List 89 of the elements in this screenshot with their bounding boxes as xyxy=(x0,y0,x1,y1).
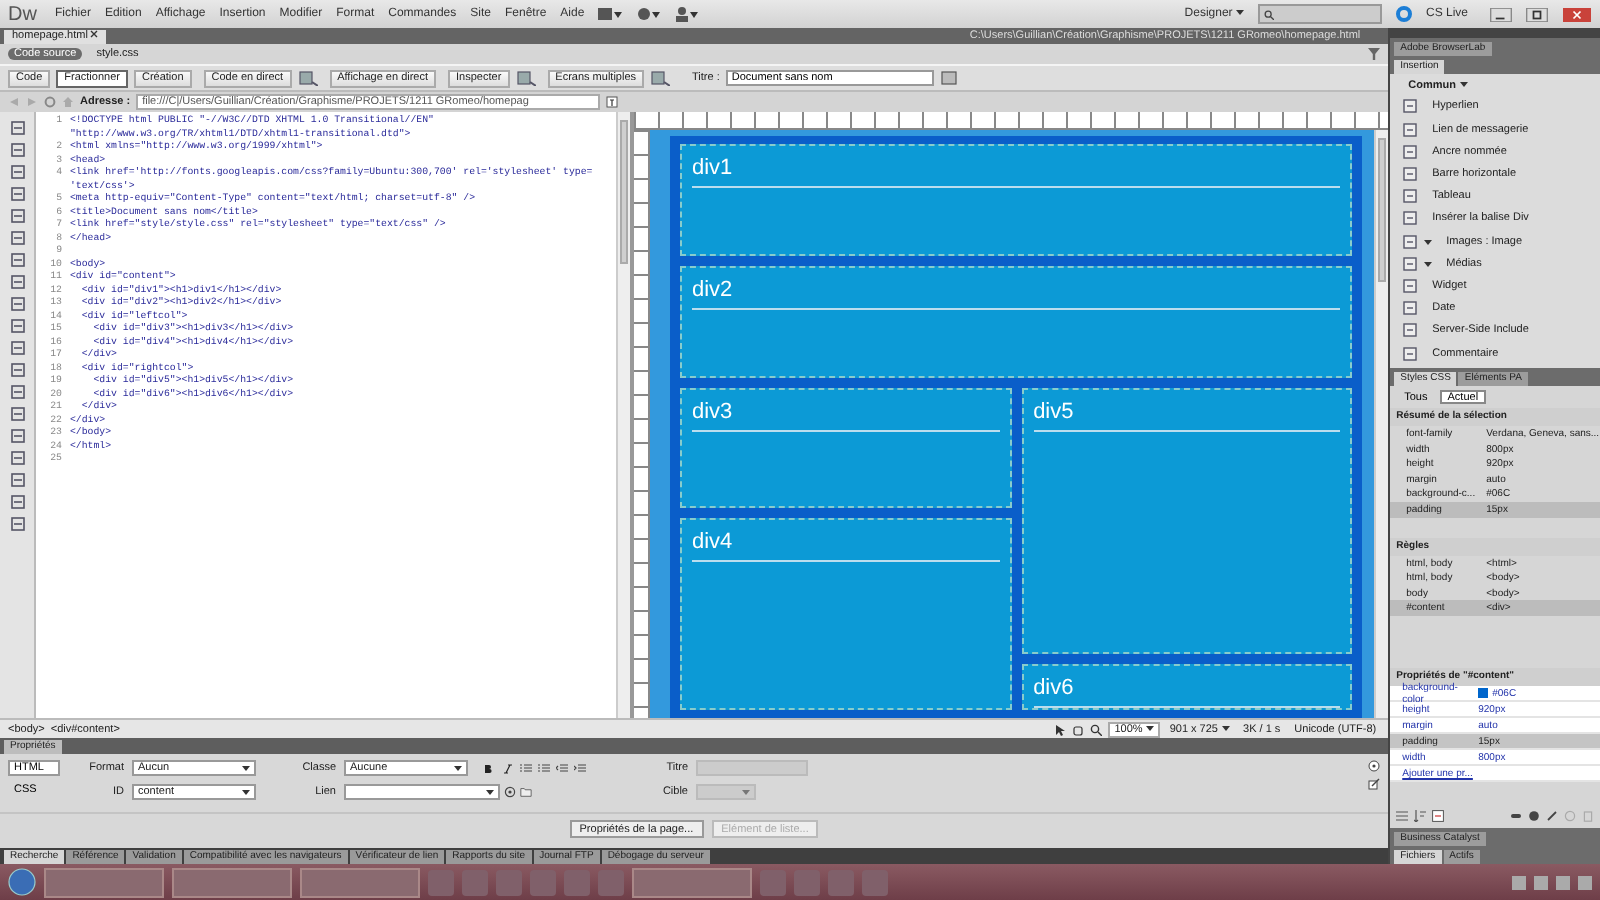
edit-icon[interactable] xyxy=(1546,810,1558,822)
object-icon xyxy=(1402,233,1419,250)
block-heading: div5 xyxy=(1033,400,1341,432)
minimize-icon[interactable] xyxy=(1490,7,1512,21)
object-icon xyxy=(1402,345,1419,362)
tool-icon[interactable] xyxy=(9,340,25,356)
set-properties-icon[interactable] xyxy=(1432,810,1445,822)
block-heading: div2 xyxy=(692,278,1341,310)
search-icon xyxy=(1263,9,1274,19)
tool-icon[interactable] xyxy=(9,186,25,202)
tool-icon[interactable] xyxy=(9,362,25,378)
tool-icon[interactable] xyxy=(9,120,25,136)
object-icon xyxy=(1402,300,1419,317)
caret-icon xyxy=(454,764,462,772)
outdent-icon[interactable] xyxy=(556,762,568,774)
maximize-icon[interactable] xyxy=(1526,7,1548,21)
close-icon[interactable] xyxy=(90,30,99,38)
tool-icon[interactable] xyxy=(9,472,25,488)
block-heading: div6 xyxy=(1033,676,1341,708)
toolbar-icon[interactable] xyxy=(297,70,318,86)
color-swatch[interactable] xyxy=(1478,688,1489,699)
object-icon xyxy=(1402,277,1419,294)
submenu-icon[interactable] xyxy=(1424,259,1433,268)
tool-icon[interactable] xyxy=(9,516,25,532)
hand-icon[interactable] xyxy=(1072,723,1085,735)
start-icon[interactable] xyxy=(8,868,36,896)
caret-icon xyxy=(742,788,750,796)
list-icon[interactable] xyxy=(520,762,532,774)
tool-icon[interactable] xyxy=(9,208,25,224)
tool-icon[interactable] xyxy=(9,296,25,312)
object-icon xyxy=(1402,255,1419,272)
help-icon[interactable] xyxy=(1368,760,1381,772)
tool-icon[interactable] xyxy=(9,450,25,466)
tool-icon[interactable] xyxy=(9,384,25,400)
caret-icon xyxy=(486,788,494,796)
sort-icon[interactable] xyxy=(1414,810,1427,822)
tool-icon[interactable] xyxy=(9,164,25,180)
object-icon xyxy=(1402,322,1419,339)
caret-icon xyxy=(1459,79,1467,88)
tool-icon[interactable] xyxy=(9,252,25,268)
pointer-icon[interactable] xyxy=(1054,723,1067,735)
object-icon xyxy=(1402,166,1419,183)
edit-icon[interactable] xyxy=(1368,778,1381,790)
bold-button[interactable] xyxy=(480,761,494,775)
options-icon[interactable] xyxy=(606,96,619,108)
user-icon[interactable] xyxy=(674,6,699,22)
caret-icon xyxy=(1145,723,1154,731)
indent-icon[interactable] xyxy=(574,762,586,774)
block-heading: div4 xyxy=(692,530,1000,562)
toolbar-icon[interactable] xyxy=(650,70,671,86)
title-field[interactable] xyxy=(696,760,808,776)
tool-icon[interactable] xyxy=(9,274,25,290)
italic-button[interactable] xyxy=(500,761,514,775)
caret-icon xyxy=(242,788,250,796)
tool-icon[interactable] xyxy=(9,318,25,334)
scrollbar-thumb[interactable] xyxy=(1378,138,1387,282)
object-icon xyxy=(1402,188,1419,205)
layout-icon[interactable] xyxy=(598,6,623,22)
object-icon xyxy=(1402,143,1419,160)
object-icon xyxy=(1402,210,1419,227)
object-icon xyxy=(1402,121,1419,138)
zoom-icon[interactable] xyxy=(1090,723,1103,735)
tool-icon[interactable] xyxy=(9,406,25,422)
filter-icon[interactable] xyxy=(1368,48,1381,60)
file-management-icon[interactable] xyxy=(939,70,960,86)
toolbar-icon[interactable] xyxy=(515,70,536,86)
tool-icon[interactable] xyxy=(9,142,25,158)
folder-icon[interactable] xyxy=(520,786,532,798)
app-logo: Dw xyxy=(8,3,37,25)
object-icon xyxy=(1402,98,1419,115)
list-icon[interactable] xyxy=(538,762,550,774)
tool-icon[interactable] xyxy=(9,428,25,444)
category-view-icon[interactable] xyxy=(1396,810,1409,822)
cs-live-icon[interactable] xyxy=(1395,6,1412,22)
submenu-icon[interactable] xyxy=(1424,237,1433,246)
search-field[interactable] xyxy=(1257,4,1382,24)
target-icon[interactable] xyxy=(504,786,516,798)
tool-icon[interactable] xyxy=(9,494,25,510)
link-field[interactable] xyxy=(344,784,500,800)
settings-icon[interactable] xyxy=(636,6,661,22)
block-heading: div3 xyxy=(692,400,1000,432)
tool-icon[interactable] xyxy=(9,230,25,246)
close-icon[interactable] xyxy=(1562,7,1592,21)
block-heading: div1 xyxy=(692,156,1341,188)
caret-icon xyxy=(1221,723,1230,731)
caret-icon xyxy=(242,764,250,772)
caret-icon xyxy=(1235,8,1244,16)
refresh-icon[interactable] xyxy=(44,96,56,108)
scrollbar-thumb[interactable] xyxy=(620,120,628,264)
